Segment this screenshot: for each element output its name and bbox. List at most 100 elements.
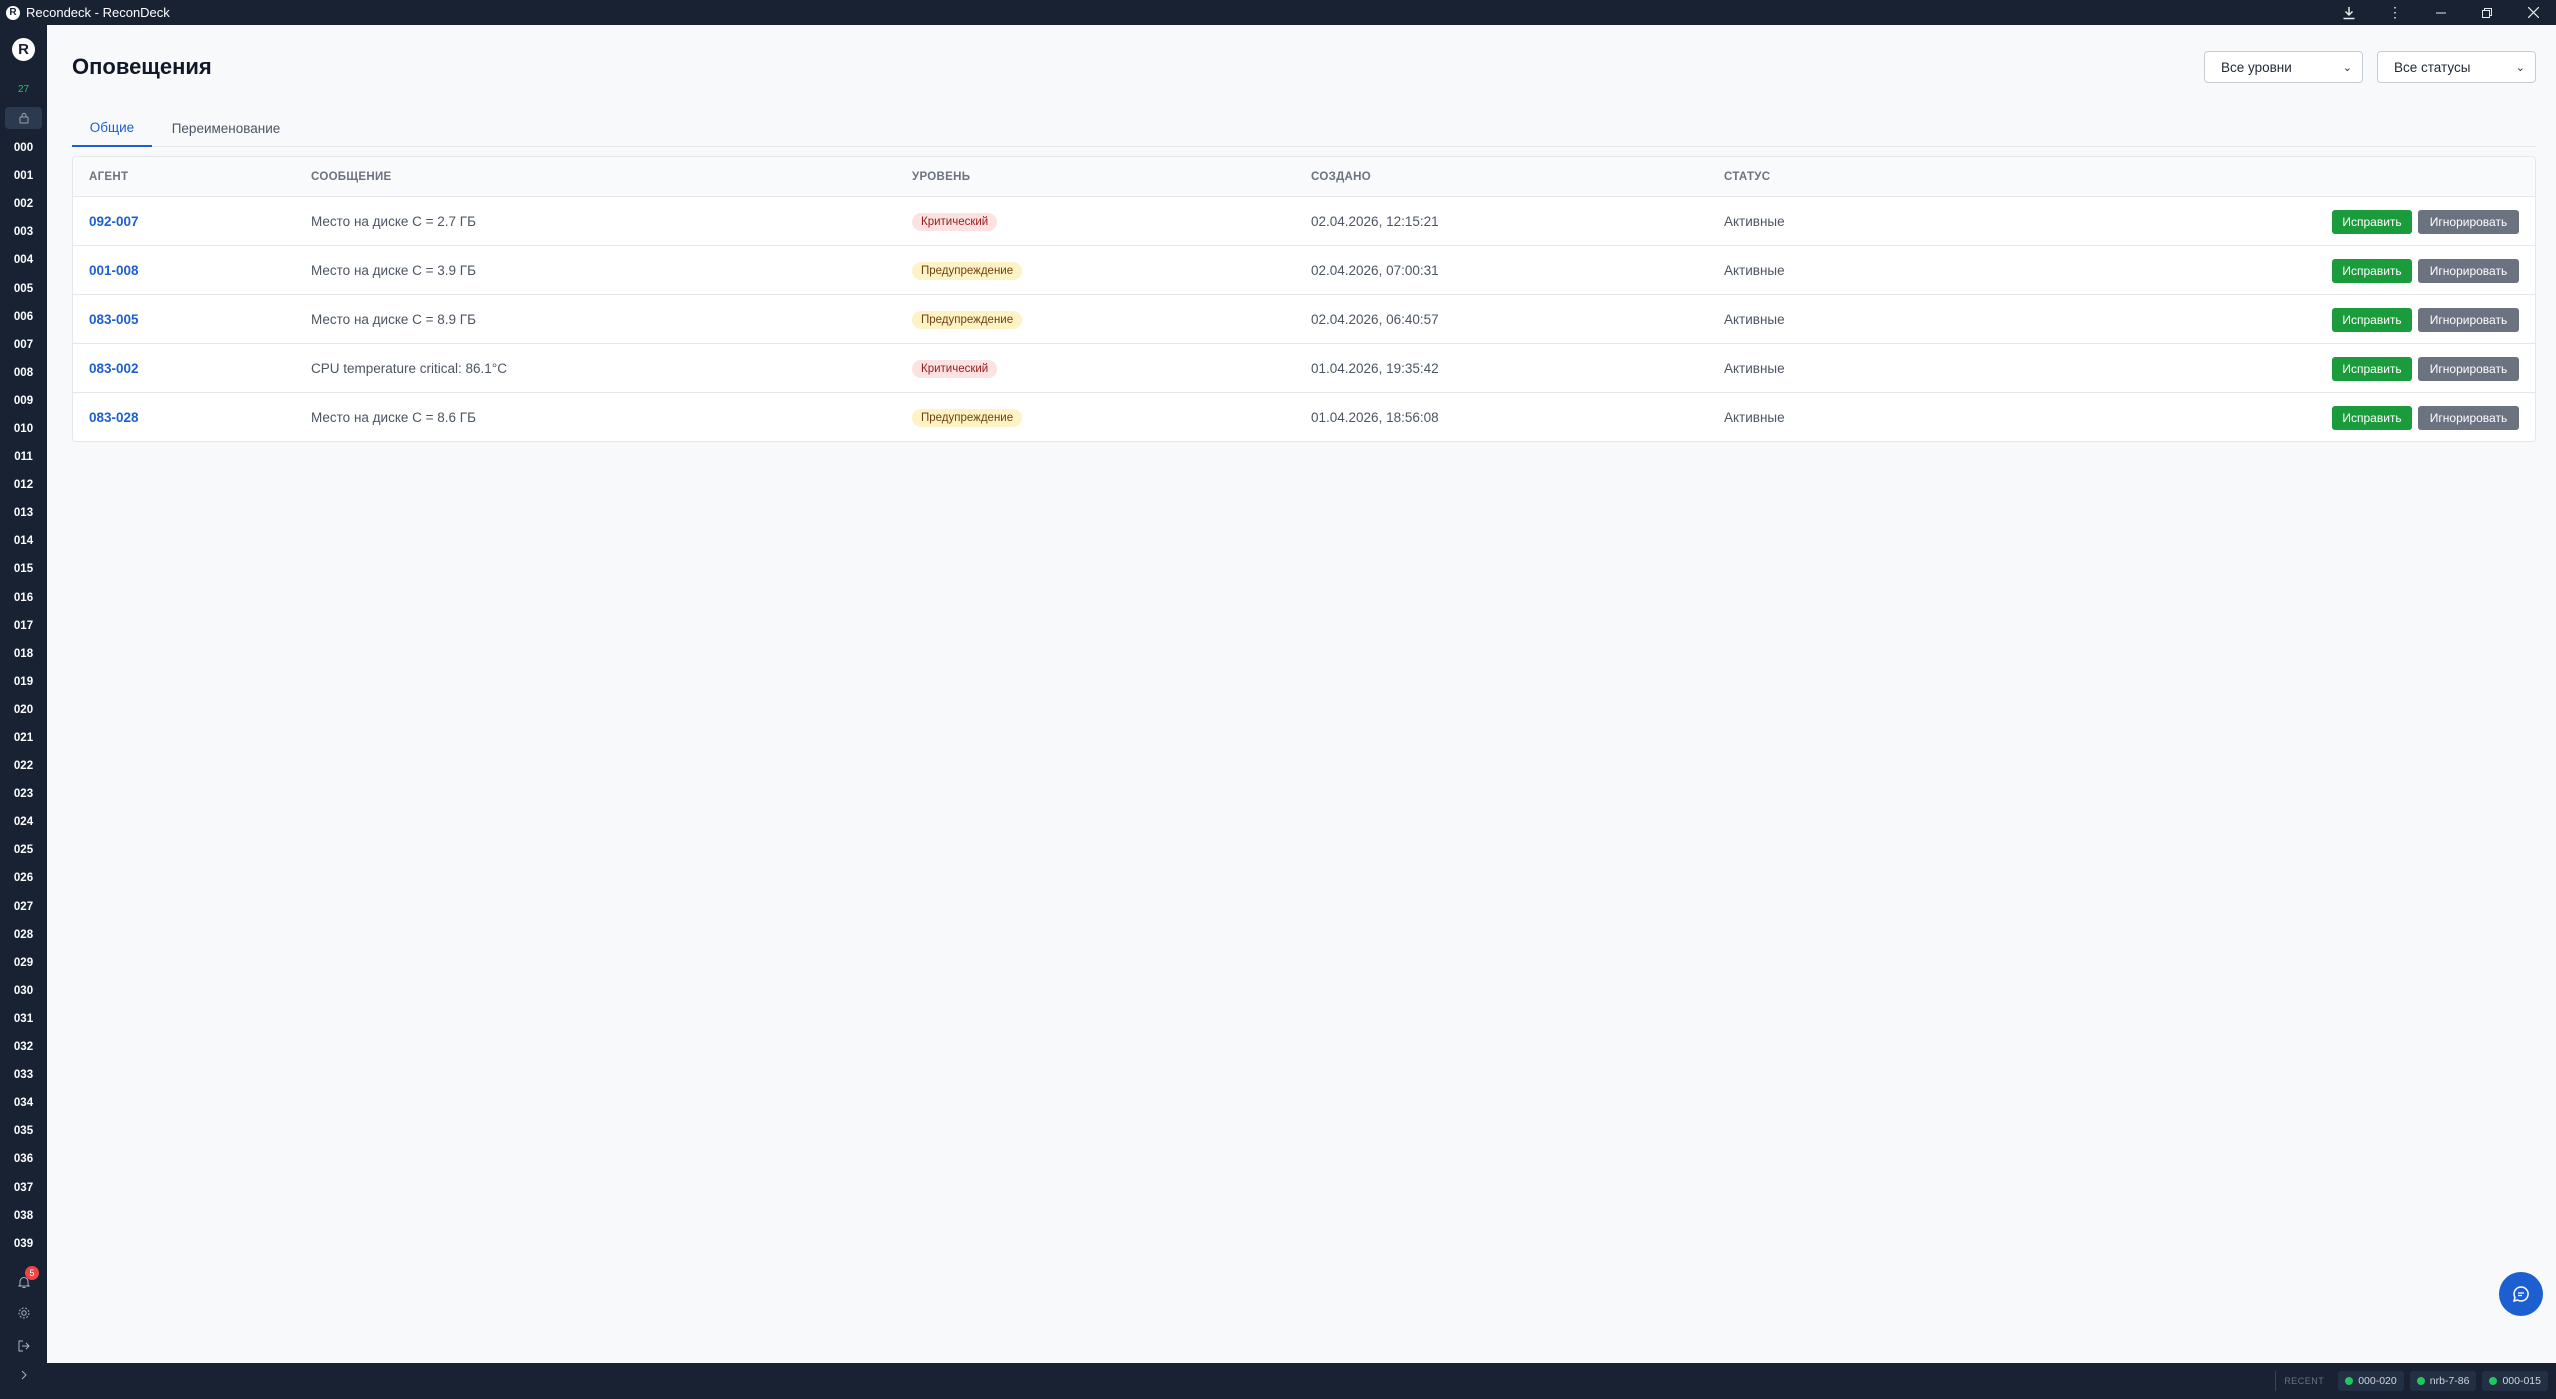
sidebar-agent-item[interactable]: 028 (0, 921, 47, 949)
sidebar-agent-item[interactable]: 008 (0, 359, 47, 387)
sidebar-agent-item[interactable]: 032 (0, 1033, 47, 1061)
sidebar-agent-item[interactable]: 020 (0, 696, 47, 724)
sidebar-agent-item[interactable]: 037 (0, 1173, 47, 1201)
col-agent[interactable]: АГЕНТ (89, 157, 128, 197)
sidebar-agent-item[interactable]: 019 (0, 668, 47, 696)
sidebar-agent-item[interactable]: 010 (0, 415, 47, 443)
sidebar-agent-item[interactable]: 009 (0, 387, 47, 415)
sidebar-agent-item[interactable]: 036 (0, 1145, 47, 1173)
more-options-icon[interactable]: ⋮ (2372, 0, 2418, 25)
created-time: 02.04.2026, 06:40:57 (1311, 312, 1439, 327)
sidebar-agent-item[interactable]: 022 (0, 752, 47, 780)
bell-icon[interactable] (0, 1275, 47, 1289)
fix-button[interactable]: Исправить (2332, 307, 2412, 332)
lock-icon[interactable] (5, 107, 42, 129)
level-cell: Предупреждение (912, 246, 1023, 295)
level-filter-select[interactable]: Все уровни ⌄ (2204, 51, 2363, 83)
sidebar-agent-item[interactable]: 018 (0, 640, 47, 668)
main-content: Оповещения Все уровни ⌄ Все статусы ⌄ Об… (47, 25, 2556, 1363)
fix-button[interactable]: Исправить (2332, 405, 2412, 430)
chat-button[interactable] (2499, 1272, 2543, 1316)
fix-button[interactable]: Исправить (2332, 356, 2412, 381)
sidebar-agent-item[interactable]: 025 (0, 836, 47, 864)
ignore-button[interactable]: Игнорировать (2418, 258, 2519, 283)
sidebar-agent-item[interactable]: 004 (0, 246, 47, 274)
sidebar-agent-item[interactable]: 002 (0, 190, 47, 218)
logout-icon[interactable] (0, 1339, 47, 1353)
sidebar-agent-item[interactable]: 014 (0, 527, 47, 555)
sidebar-agent-item[interactable]: 005 (0, 274, 47, 302)
agent-link[interactable]: 083-005 (89, 295, 139, 344)
sidebar-agent-item[interactable]: 029 (0, 949, 47, 977)
col-status[interactable]: СТАТУС (1724, 157, 1770, 197)
close-button[interactable] (2510, 0, 2556, 25)
expand-chevron-icon[interactable] (0, 1370, 47, 1380)
agent-link[interactable]: 001-008 (89, 246, 139, 295)
ignore-button[interactable]: Игнорировать (2418, 356, 2519, 381)
gear-icon[interactable] (0, 1306, 47, 1320)
agent-link[interactable]: 083-028 (89, 393, 139, 441)
alert-message: CPU temperature critical: 86.1°C (311, 361, 507, 376)
recent-agent-chip[interactable]: 000-015 (2482, 1371, 2548, 1391)
sidebar-agent-item[interactable]: 027 (0, 893, 47, 921)
sidebar-agent-item[interactable]: 021 (0, 724, 47, 752)
fix-button[interactable]: Исправить (2332, 209, 2412, 234)
level-badge: Предупреждение (912, 408, 1023, 427)
sidebar-agent-item[interactable]: 013 (0, 499, 47, 527)
col-level[interactable]: УРОВЕНЬ (912, 157, 970, 197)
sidebar-agent-item[interactable]: 016 (0, 584, 47, 612)
ignore-button[interactable]: Игнорировать (2418, 307, 2519, 332)
status-text: Активные (1724, 410, 1785, 425)
recent-agent-chip[interactable]: nrb-7-86 (2409, 1371, 2477, 1391)
sidebar-agent-item[interactable]: 024 (0, 808, 47, 836)
tab-general[interactable]: Общие (72, 109, 152, 147)
recent-agent-label: 000-015 (2502, 1375, 2541, 1387)
status-filter-select[interactable]: Все статусы ⌄ (2377, 51, 2536, 83)
row-actions: Исправить Игнорировать (2332, 295, 2519, 344)
sidebar-agent-item[interactable]: 012 (0, 471, 47, 499)
alerts-table: АГЕНТ СООБЩЕНИЕ УРОВЕНЬ СОЗДАНО СТАТУС 0… (72, 156, 2536, 442)
recent-agent-label: nrb-7-86 (2429, 1375, 2470, 1387)
alert-message: Место на диске C = 8.6 ГБ (311, 410, 476, 425)
sidebar-agent-item[interactable]: 030 (0, 977, 47, 1005)
sidebar-agent-item[interactable]: 007 (0, 331, 47, 359)
sidebar-agent-item[interactable]: 038 (0, 1202, 47, 1230)
col-created[interactable]: СОЗДАНО (1311, 157, 1371, 197)
notification-badge: 5 (25, 1266, 39, 1280)
table-row: 083-028 Место на диске C = 8.6 ГБ Предупре… (73, 393, 2535, 441)
app-logo[interactable]: R (12, 38, 35, 61)
status-text: Активные (1724, 312, 1785, 327)
sidebar-agent-item[interactable]: 034 (0, 1089, 47, 1117)
sidebar-agent-item[interactable]: 015 (0, 555, 47, 583)
agent-link[interactable]: 083-002 (89, 344, 139, 393)
sidebar-agent-item[interactable]: 031 (0, 1005, 47, 1033)
download-icon[interactable] (2326, 0, 2372, 25)
window-titlebar: R Recondeck - ReconDeck ⋮ (0, 0, 2556, 25)
col-message[interactable]: СООБЩЕНИЕ (311, 157, 392, 197)
recent-label: RECENT (2275, 1371, 2332, 1391)
sidebar-agent-item[interactable]: 033 (0, 1061, 47, 1089)
sidebar-agent-item[interactable]: 026 (0, 864, 47, 892)
row-actions: Исправить Игнорировать (2332, 246, 2519, 295)
sidebar-agent-item[interactable]: 006 (0, 303, 47, 331)
sidebar-agent-item[interactable]: 003 (0, 218, 47, 246)
sidebar-agent-item[interactable]: 000 (0, 134, 47, 162)
fix-button[interactable]: Исправить (2332, 258, 2412, 283)
sidebar-agent-item[interactable]: 017 (0, 612, 47, 640)
ignore-button[interactable]: Игнорировать (2418, 209, 2519, 234)
recent-agent-chip[interactable]: 000-020 (2338, 1371, 2404, 1391)
sidebar-agent-item[interactable]: 001 (0, 162, 47, 190)
sidebar-agent-item[interactable]: 039 (0, 1230, 47, 1258)
chevron-down-icon: ⌄ (2342, 61, 2352, 74)
status-text: Активные (1724, 263, 1785, 278)
tab-rename[interactable]: Переименование (162, 109, 290, 147)
minimize-button[interactable] (2418, 0, 2464, 25)
sidebar-agent-item[interactable]: 023 (0, 780, 47, 808)
agent-link[interactable]: 092-007 (89, 197, 139, 246)
created-time: 01.04.2026, 18:56:08 (1311, 410, 1439, 425)
sidebar-agent-item[interactable]: 011 (0, 443, 47, 471)
restore-button[interactable] (2464, 0, 2510, 25)
row-actions: Исправить Игнорировать (2332, 393, 2519, 441)
ignore-button[interactable]: Игнорировать (2418, 405, 2519, 430)
sidebar-agent-item[interactable]: 035 (0, 1117, 47, 1145)
